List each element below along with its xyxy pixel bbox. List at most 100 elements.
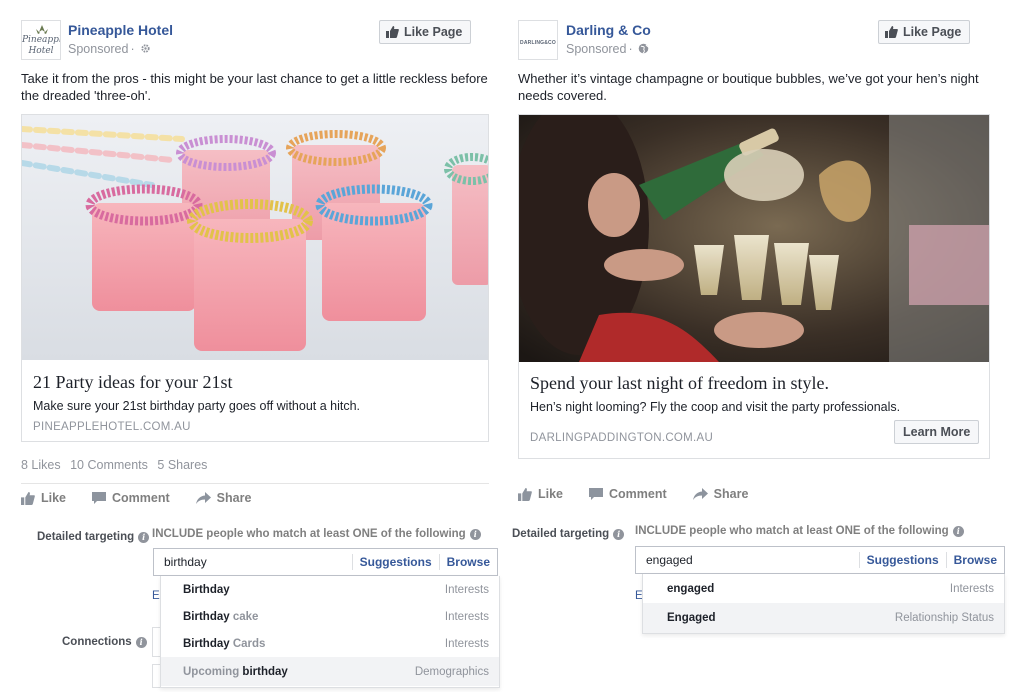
comment-icon bbox=[589, 487, 604, 500]
connections-text: Connections bbox=[62, 636, 132, 648]
comment-button[interactable]: Comment bbox=[92, 491, 170, 505]
divider bbox=[21, 483, 489, 484]
suggestions-link[interactable]: Suggestions bbox=[351, 554, 439, 570]
truncated-link[interactable]: E bbox=[152, 590, 160, 602]
page-name-link[interactable]: Pineapple Hotel bbox=[68, 22, 173, 38]
avatar-logo-text-1: Pineapple bbox=[22, 35, 60, 45]
include-text: INCLUDE people who match at least ONE of… bbox=[635, 525, 949, 537]
ad-image[interactable] bbox=[519, 115, 989, 362]
include-instruction: INCLUDE people who match at least ONE of… bbox=[152, 528, 481, 540]
share-button[interactable]: Share bbox=[692, 487, 749, 501]
dropdown-option[interactable]: Birthday Interests bbox=[161, 576, 499, 603]
suggestions-link[interactable]: Suggestions bbox=[858, 552, 946, 568]
sponsored-text: Sponsored bbox=[566, 42, 627, 56]
champagne-party-image bbox=[519, 115, 989, 362]
info-icon[interactable]: i bbox=[138, 531, 150, 543]
like-button[interactable]: Like bbox=[21, 491, 66, 505]
link-preview-card[interactable]: 21 Party ideas for your 21st Make sure y… bbox=[21, 114, 489, 442]
link-preview-card[interactable]: Spend your last night of freedom in styl… bbox=[518, 114, 990, 459]
gear-icon[interactable] bbox=[140, 43, 151, 54]
learn-more-button[interactable]: Learn More bbox=[894, 420, 980, 444]
card-headline[interactable]: Spend your last night of freedom in styl… bbox=[530, 373, 829, 394]
share-icon bbox=[195, 491, 211, 504]
post-text-line: the dreaded 'three-oh'. bbox=[21, 88, 151, 103]
card-headline[interactable]: 21 Party ideas for your 21st bbox=[33, 372, 232, 393]
like-page-button[interactable]: Like Page bbox=[878, 20, 971, 44]
post-text-line: Take it from the pros - this might be yo… bbox=[21, 71, 488, 86]
post-actions: Like Comment Share bbox=[518, 487, 774, 501]
search-value[interactable]: engaged bbox=[636, 553, 859, 567]
shares-count[interactable]: 5 Shares bbox=[157, 458, 207, 472]
post-text-line: needs covered. bbox=[518, 88, 607, 103]
info-icon[interactable]: i bbox=[469, 528, 481, 540]
post-text-line: Whether it’s vintage champagne or boutiq… bbox=[518, 71, 979, 86]
thumbs-up-icon bbox=[386, 26, 399, 38]
sponsored-label: Sponsored · bbox=[566, 42, 649, 56]
share-button[interactable]: Share bbox=[195, 491, 252, 505]
post-text: Take it from the pros - this might be yo… bbox=[21, 70, 491, 104]
info-icon[interactable]: i bbox=[135, 636, 147, 648]
info-icon[interactable]: i bbox=[613, 528, 625, 540]
thumbs-up-icon bbox=[518, 487, 532, 501]
like-page-button[interactable]: Like Page bbox=[379, 20, 472, 44]
option-category: Interests bbox=[949, 582, 994, 595]
share-label: Share bbox=[713, 487, 749, 501]
connections-label: Connections i bbox=[62, 636, 147, 648]
post-text: Whether it’s vintage champagne or boutiq… bbox=[518, 70, 998, 104]
option-prefix: Upcoming bbox=[183, 665, 243, 678]
likes-count[interactable]: 8 Likes bbox=[21, 458, 61, 472]
comment-button[interactable]: Comment bbox=[589, 487, 667, 501]
dropdown-option[interactable]: Birthday Cards Interests bbox=[161, 630, 499, 657]
sponsored-text: Sponsored bbox=[68, 42, 129, 56]
detailed-targeting-label: Detailed targeting i bbox=[37, 531, 150, 543]
browse-link[interactable]: Browse bbox=[945, 552, 1004, 568]
darling-co-avatar[interactable]: DARLING&CO bbox=[518, 20, 558, 60]
targeting-search-input[interactable]: birthday Suggestions Browse bbox=[153, 548, 498, 576]
card-domain: PINEAPPLEHOTEL.COM.AU bbox=[33, 421, 191, 433]
pineapple-hotel-avatar[interactable]: Pineapple Hotel bbox=[21, 20, 61, 60]
avatar-logo-text-2: Hotel bbox=[28, 46, 54, 56]
dropdown-option-highlighted[interactable]: Upcoming birthday Demographics bbox=[161, 657, 499, 686]
option-category: Interests bbox=[444, 610, 489, 623]
dropdown-option[interactable]: engaged Interests bbox=[643, 574, 1004, 603]
targeting-suggestions-dropdown: Birthday Interests Birthday cake Interes… bbox=[160, 576, 500, 688]
include-text: INCLUDE people who match at least ONE of… bbox=[152, 528, 466, 540]
option-category: Interests bbox=[444, 583, 489, 596]
option-match: engaged bbox=[667, 582, 715, 595]
card-domain: DARLINGPADDINGTON.COM.AU bbox=[530, 432, 714, 444]
post-actions: Like Comment Share bbox=[21, 491, 277, 505]
detailed-targeting-text: Detailed targeting bbox=[37, 531, 135, 543]
dropdown-option-highlighted[interactable]: Engaged Relationship Status bbox=[643, 603, 1004, 633]
info-icon[interactable]: i bbox=[952, 525, 964, 537]
like-button[interactable]: Like bbox=[518, 487, 563, 501]
share-label: Share bbox=[216, 491, 252, 505]
engagement-stats: 8 Likes 10 Comments 5 Shares bbox=[21, 458, 213, 472]
comment-icon bbox=[92, 491, 107, 504]
targeting-search-input[interactable]: engaged Suggestions Browse bbox=[635, 546, 1005, 574]
option-category: Relationship Status bbox=[894, 612, 994, 624]
like-label: Like bbox=[538, 487, 564, 501]
like-page-label: Like Page bbox=[404, 25, 463, 39]
targeting-suggestions-dropdown: engaged Interests Engaged Relationship S… bbox=[642, 574, 1005, 634]
page-name-link[interactable]: Darling & Co bbox=[566, 22, 651, 38]
option-category: Interests bbox=[444, 637, 489, 650]
sponsored-label: Sponsored · bbox=[68, 42, 151, 56]
option-match: Birthday bbox=[183, 583, 230, 596]
option-match: Birthday bbox=[183, 610, 230, 623]
right-ad-panel: DARLING&CO Darling & Co Sponsored · Like … bbox=[508, 0, 1024, 692]
comment-label: Comment bbox=[112, 491, 170, 505]
option-suffix: Cards bbox=[229, 637, 266, 650]
avatar-logo-text: DARLING&CO bbox=[520, 40, 556, 46]
card-description: Hen’s night looming? Fly the coop and vi… bbox=[530, 400, 901, 414]
comments-count[interactable]: 10 Comments bbox=[70, 458, 148, 472]
globe-icon[interactable] bbox=[638, 43, 649, 54]
detailed-targeting-label: Detailed targeting i bbox=[512, 528, 625, 540]
ad-image[interactable] bbox=[22, 115, 488, 360]
thumbs-up-icon bbox=[885, 26, 898, 38]
browse-link[interactable]: Browse bbox=[438, 554, 497, 570]
search-value[interactable]: birthday bbox=[154, 555, 352, 569]
option-match: birthday bbox=[242, 665, 288, 678]
like-page-label: Like Page bbox=[903, 25, 962, 39]
dropdown-option[interactable]: Birthday cake Interests bbox=[161, 603, 499, 630]
option-suffix: cake bbox=[229, 610, 259, 623]
